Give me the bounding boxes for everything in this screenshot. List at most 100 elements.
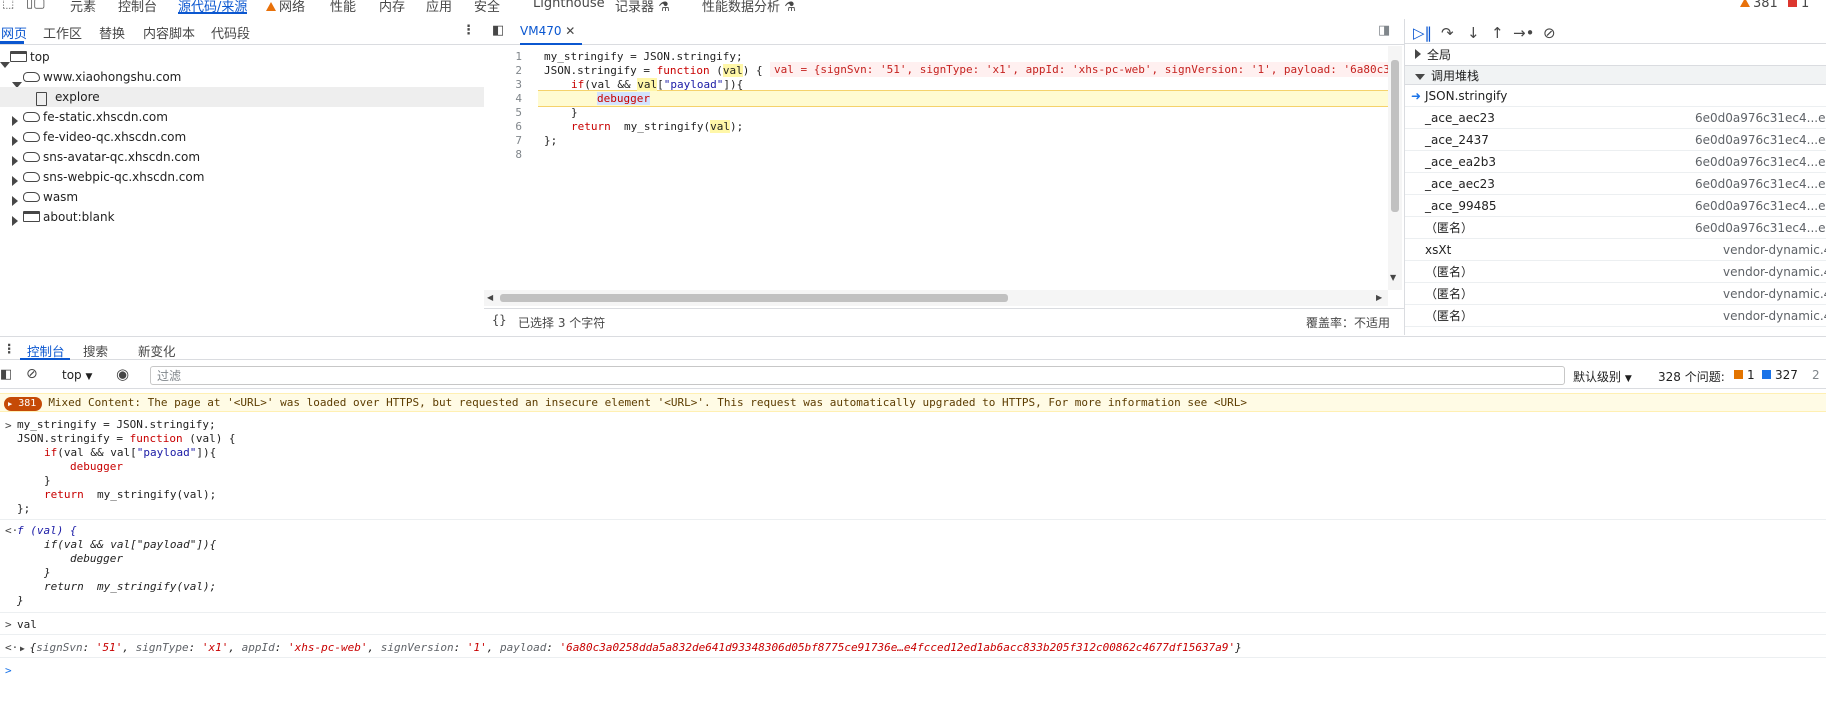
step-into-icon[interactable]: ↓ <box>1467 24 1480 42</box>
console-input-line: }; <box>17 502 31 515</box>
nav-tab-snippets[interactable]: 代码段 <box>211 23 250 42</box>
vertical-scroll-thumb[interactable] <box>1391 60 1399 212</box>
tree-item-domain[interactable]: sns-avatar-qc.xhscdn.com <box>0 147 484 167</box>
warnings-counter[interactable]: 381 <box>1740 0 1778 14</box>
call-frame-source[interactable]: vendor-dynamic.4d <box>1723 305 1826 327</box>
call-frame-source[interactable]: vendor-dynamic.4d <box>1723 239 1826 261</box>
tab-sources[interactable]: 源代码/来源 <box>178 0 248 15</box>
nav-tab-overrides[interactable]: 替换 <box>99 23 125 42</box>
tab-elements[interactable]: 元素 <box>70 0 96 15</box>
tree-item-domain[interactable]: www.xiaohongshu.com <box>0 67 484 88</box>
tree-item-domain[interactable]: sns-webpic-qc.xhscdn.com <box>0 167 484 187</box>
tab-network[interactable]: 网络 <box>266 0 305 15</box>
resume-icon[interactable]: ▷‖ <box>1413 24 1432 42</box>
issues-info-button[interactable]: 327 <box>1762 368 1798 382</box>
divider <box>0 519 1826 520</box>
step-icon[interactable]: →• <box>1513 24 1534 42</box>
hidden-messages-count[interactable]: 2 <box>1812 368 1820 382</box>
console-filter-input[interactable] <box>150 366 1565 385</box>
toggle-debugger-icon[interactable]: ◨ <box>1378 23 1390 38</box>
scroll-right-icon[interactable]: ▶ <box>1376 293 1382 302</box>
expand-arrow-icon[interactable]: ▶ <box>20 644 30 653</box>
code-editor[interactable]: 1 2 3 4 5 6 7 8 my_stringify = JSON.stri… <box>484 46 1388 290</box>
console-prompt-chevron-icon[interactable]: > <box>5 664 12 677</box>
issues-errors-button[interactable]: 1 <box>1734 368 1755 382</box>
call-frame[interactable]: xsXt vendor-dynamic.4d <box>1405 239 1826 261</box>
tab-recorder[interactable]: 记录器 ⚗ <box>615 0 670 15</box>
nav-tab-workspace[interactable]: 工作区 <box>43 23 82 42</box>
console-object-output[interactable]: ▶ {signSvn: '51', signType: 'x1', appId:… <box>20 641 1826 656</box>
deactivate-breakpoints-icon[interactable]: ⊘ <box>1543 24 1556 42</box>
inspect-element-icon[interactable]: ⬚ <box>2 0 14 14</box>
call-frame-source[interactable]: 6e0d0a976c31ec4...e79a8 <box>1695 129 1826 151</box>
code-token-var: val <box>637 78 658 91</box>
toggle-navigator-icon[interactable]: ◧ <box>492 23 504 38</box>
code-token: [ <box>657 78 664 91</box>
console-input-line: } <box>44 474 51 487</box>
tab-security[interactable]: 安全 <box>474 0 500 15</box>
tree-item-domain[interactable]: wasm <box>0 187 484 207</box>
call-stack-header[interactable]: 调用堆栈 <box>1405 65 1826 85</box>
call-frame[interactable]: _ace_99485 6e0d0a976c31ec4...e79a8 <box>1405 195 1826 217</box>
pretty-print-icon[interactable]: {} <box>492 313 506 327</box>
call-frame-source[interactable]: 6e0d0a976c31ec4...e79a8 <box>1695 151 1826 173</box>
clear-console-icon[interactable]: ⊘ <box>26 366 38 382</box>
close-icon[interactable]: ✕ <box>565 24 575 38</box>
horizontal-scroll-thumb[interactable] <box>500 294 1008 302</box>
tab-vm470[interactable]: VM470 ✕ <box>520 24 575 38</box>
call-frame-source[interactable]: 6e0d0a976c31ec4...e79a8 <box>1695 107 1826 129</box>
context-selector[interactable]: top ▼ <box>62 368 92 382</box>
tab-application[interactable]: 应用 <box>426 0 452 15</box>
tree-item-domain[interactable]: fe-video-qc.xhscdn.com <box>0 127 484 147</box>
call-frame[interactable]: _ace_ea2b3 6e0d0a976c31ec4...e79a8 <box>1405 151 1826 173</box>
call-frame-source[interactable]: vendor-dynamic.4d <box>1723 261 1826 283</box>
code-token-var: val <box>722 64 743 77</box>
call-frame[interactable]: （匿名） vendor-dynamic.4d <box>1405 261 1826 283</box>
errors-counter[interactable]: 1 <box>1788 0 1809 14</box>
call-frame-source[interactable]: 6e0d0a976c31ec4...e79a8 <box>1695 173 1826 195</box>
scroll-left-icon[interactable]: ◀ <box>487 293 493 302</box>
tree-item-label: fe-video-qc.xhscdn.com <box>43 130 187 144</box>
sidebar-toggle-icon[interactable]: ◧ <box>0 367 12 382</box>
scroll-down-icon[interactable]: ▼ <box>1390 273 1396 282</box>
nav-tab-page[interactable]: 网页 <box>1 23 27 42</box>
flask-icon: ⚗ <box>658 0 670 15</box>
line-number: 3 <box>515 78 522 91</box>
tab-memory[interactable]: 内存 <box>379 0 405 15</box>
call-frame-current[interactable]: ➜ JSON.stringify <box>1405 85 1826 107</box>
tree-item-file[interactable]: explore <box>0 87 484 107</box>
call-frame[interactable]: _ace_aec23 6e0d0a976c31ec4...e79a8 <box>1405 107 1826 129</box>
call-frame-source[interactable]: 6e0d0a976c31ec4...e79a8 <box>1695 195 1826 217</box>
tree-item-domain[interactable]: fe-static.xhscdn.com <box>0 107 484 127</box>
device-toolbar-icon[interactable]: ▯▢ <box>26 0 45 14</box>
call-frame[interactable]: _ace_aec23 6e0d0a976c31ec4...e79a8 <box>1405 173 1826 195</box>
more-options-icon[interactable]: ⋮ <box>462 23 475 38</box>
call-frame[interactable]: _ace_2437 6e0d0a976c31ec4...e79a8 <box>1405 129 1826 151</box>
tab-console[interactable]: 控制台 <box>118 0 157 15</box>
drawer-tab-search[interactable]: 搜索 <box>83 341 108 360</box>
object-value: '1' <box>466 641 487 654</box>
scope-global-header[interactable]: 全局 <box>1405 45 1826 65</box>
tab-performance-insights[interactable]: 性能数据分析 ⚗ <box>702 0 796 15</box>
call-frame[interactable]: （匿名） 6e0d0a976c31ec4...e79a8 <box>1405 217 1826 239</box>
call-frame-source[interactable]: 6e0d0a976c31ec4...e79a8 <box>1695 217 1826 239</box>
warning-icon <box>1740 0 1750 7</box>
call-frame[interactable]: （匿名） vendor-dynamic.4d <box>1405 305 1826 327</box>
tree-item-frame[interactable]: about:blank <box>0 207 484 227</box>
tab-performance[interactable]: 性能 <box>330 0 356 15</box>
live-expression-eye-icon[interactable]: ◉ <box>116 365 129 383</box>
step-over-icon[interactable]: ↷ <box>1441 24 1454 42</box>
tab-lighthouse[interactable]: Lighthouse <box>533 0 605 14</box>
call-frame-source[interactable]: vendor-dynamic.4d <box>1723 283 1826 305</box>
call-frame[interactable]: （匿名） vendor-dynamic.4d <box>1405 283 1826 305</box>
tree-item-top[interactable]: top <box>0 47 484 68</box>
drawer-menu-icon[interactable]: ⋮ <box>3 341 16 356</box>
code-token: ); <box>729 120 744 133</box>
step-out-icon[interactable]: ↑ <box>1491 24 1504 42</box>
warning-repeat-badge[interactable]: ▶ 381 <box>4 397 43 411</box>
drawer-tab-whats-new[interactable]: 新变化 <box>138 341 176 360</box>
collapse-arrow-icon[interactable] <box>12 212 18 232</box>
warning-icon <box>266 2 276 11</box>
nav-tab-content-scripts[interactable]: 内容脚本 <box>143 23 195 42</box>
log-levels-dropdown[interactable]: 默认级别 ▼ <box>1573 368 1632 385</box>
